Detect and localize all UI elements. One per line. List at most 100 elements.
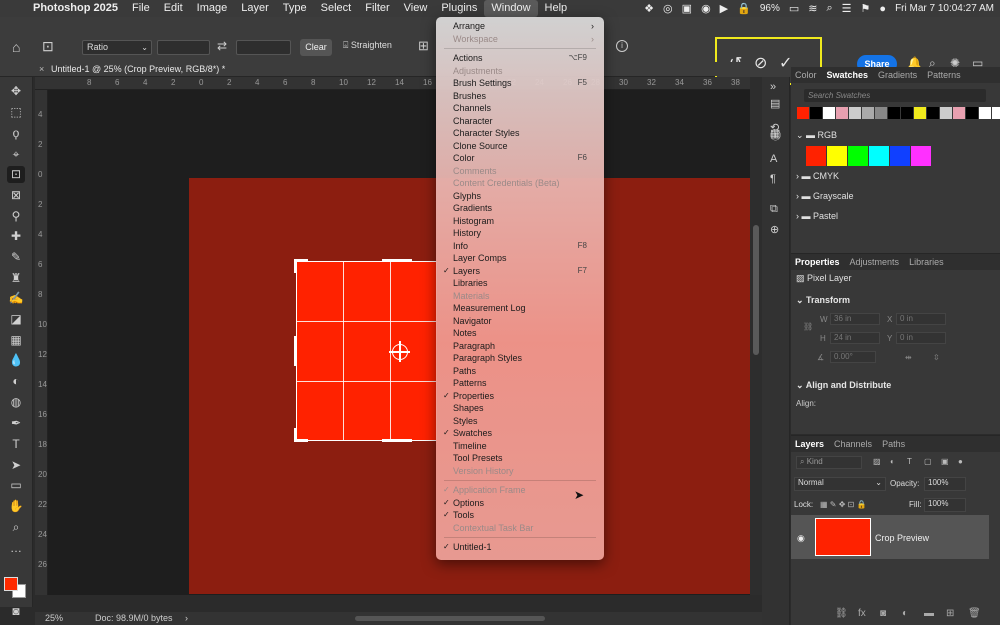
- crop-handle-bottom[interactable]: [382, 439, 412, 442]
- menu-item-tools[interactable]: ✓ Tools: [436, 509, 604, 521]
- navigator-icon[interactable]: ⊕: [770, 223, 779, 236]
- menu-item-layer-comps[interactable]: Layer Comps: [436, 252, 604, 264]
- chevron-right-icon[interactable]: ›: [185, 612, 188, 625]
- crop-preview-box[interactable]: [296, 261, 437, 441]
- color-swatch[interactable]: [888, 107, 900, 119]
- info-icon[interactable]: ⓘ: [770, 127, 781, 143]
- filter-shape-icon[interactable]: ▢: [924, 457, 932, 466]
- overlay-grid-icon[interactable]: ⊞: [418, 38, 429, 54]
- color-swatch[interactable]: [901, 107, 913, 119]
- filter-pixel-icon[interactable]: ▨: [873, 457, 881, 466]
- group-folder-icon[interactable]: ▬: [924, 608, 934, 619]
- marquee-tool-icon[interactable]: ⬚: [7, 104, 25, 121]
- menu-item-brush-settings[interactable]: Brush Settings F5: [436, 77, 604, 89]
- tab-gradients[interactable]: Gradients: [878, 70, 917, 80]
- color-swatch[interactable]: [806, 146, 826, 166]
- extension-icon[interactable]: ▣: [682, 2, 692, 15]
- mask-icon[interactable]: ◙: [880, 608, 886, 619]
- color-swatch[interactable]: [992, 107, 1000, 119]
- canvas-vertical-scrollbar[interactable]: [750, 77, 762, 595]
- menu-item-paragraph-styles[interactable]: Paragraph Styles: [436, 352, 604, 364]
- lock-pixels-icon[interactable]: ▦ ✎ ✥ ⊡ 🔒: [820, 500, 867, 509]
- menu-plugins[interactable]: Plugins: [434, 0, 484, 17]
- color-swatch[interactable]: [827, 146, 847, 166]
- color-swatch[interactable]: [823, 107, 835, 119]
- filter-adjustment-icon[interactable]: ◐: [890, 457, 895, 466]
- home-icon[interactable]: ⌂: [12, 39, 20, 55]
- menu-item-glyphs[interactable]: Glyphs: [436, 190, 604, 202]
- menu-item-notes[interactable]: Notes: [436, 327, 604, 339]
- visibility-eye-icon[interactable]: ◉: [797, 533, 805, 544]
- menu-item-timeline[interactable]: Timeline: [436, 440, 604, 452]
- crop-tool-icon[interactable]: ⊡: [7, 166, 25, 183]
- menu-view[interactable]: View: [397, 0, 435, 17]
- flag-icon[interactable]: ⚑: [861, 2, 871, 15]
- tab-layers[interactable]: Layers: [795, 439, 824, 449]
- siri-icon[interactable]: ●: [879, 3, 886, 15]
- menu-item-properties[interactable]: ✓ Properties: [436, 390, 604, 402]
- link-icon[interactable]: ⛓: [803, 322, 813, 331]
- tab-color[interactable]: Color: [795, 70, 817, 80]
- menu-item-character-styles[interactable]: Character Styles: [436, 127, 604, 139]
- flip-vertical-icon[interactable]: ⇳: [933, 353, 940, 362]
- flip-horizontal-icon[interactable]: ⇹: [905, 353, 912, 362]
- menu-item-paragraph[interactable]: Paragraph: [436, 340, 604, 352]
- wifi-icon[interactable]: ≋: [808, 2, 817, 15]
- menu-item-patterns[interactable]: Patterns: [436, 377, 604, 389]
- swatch-group-rgb[interactable]: ⌄ ▬ RGB: [796, 130, 837, 141]
- swap-icon[interactable]: ⇄: [217, 39, 227, 53]
- crop-handle-top-left[interactable]: [294, 259, 297, 273]
- menu-item-info[interactable]: Info F8: [436, 240, 604, 252]
- foreground-color-swatch[interactable]: [4, 577, 18, 591]
- zoom-tool-icon[interactable]: ⌕: [7, 519, 25, 536]
- menu-item-history[interactable]: History: [436, 227, 604, 239]
- menu-item-measurement-log[interactable]: Measurement Log: [436, 302, 604, 314]
- filter-type-icon[interactable]: T: [907, 457, 912, 466]
- tab-paths[interactable]: Paths: [882, 439, 905, 449]
- menu-filter[interactable]: Filter: [358, 0, 396, 17]
- crop-handle-top[interactable]: [382, 259, 412, 262]
- document-tab[interactable]: × Untitled-1 @ 25% (Crop Preview, RGB/8*…: [35, 62, 755, 76]
- color-swatch[interactable]: [848, 146, 868, 166]
- menu-item-color[interactable]: Color F6: [436, 152, 604, 164]
- menu-item-navigator[interactable]: Navigator: [436, 315, 604, 327]
- pen-tool-icon[interactable]: ✒: [7, 415, 25, 432]
- color-swatch[interactable]: [836, 107, 848, 119]
- tab-swatches[interactable]: Swatches: [827, 70, 869, 80]
- menu-item-untitled-1[interactable]: ✓ Untitled-1: [436, 541, 604, 553]
- paragraph-icon[interactable]: ¶: [770, 173, 776, 185]
- height-field[interactable]: 24 in: [830, 332, 880, 344]
- path-select-tool-icon[interactable]: ➤: [7, 457, 25, 474]
- menu-item-histogram[interactable]: Histogram: [436, 215, 604, 227]
- control-center-icon[interactable]: ☰: [842, 2, 852, 15]
- menu-item-brushes[interactable]: Brushes: [436, 90, 604, 102]
- x-field[interactable]: 0 in: [896, 313, 946, 325]
- lasso-tool-icon[interactable]: ϙ: [7, 125, 25, 142]
- eraser-tool-icon[interactable]: ◪: [7, 311, 25, 328]
- zoom-level[interactable]: 25%: [45, 612, 63, 625]
- sponge-tool-icon[interactable]: ◍: [7, 394, 25, 411]
- history-brush-icon[interactable]: ✍: [7, 290, 25, 307]
- doc-info[interactable]: Doc: 98.9M/0 bytes: [95, 612, 173, 625]
- info-icon[interactable]: i: [616, 40, 628, 52]
- fill-field[interactable]: 100%: [924, 498, 966, 512]
- layer-filter-dropdown[interactable]: ⌕ Kind: [796, 456, 862, 469]
- ratio-dropdown[interactable]: Ratio ⌄: [82, 40, 152, 55]
- tab-patterns[interactable]: Patterns: [927, 70, 961, 80]
- clone-icon[interactable]: ⧉: [770, 203, 778, 216]
- search-icon[interactable]: ⌕: [826, 2, 832, 15]
- swatch-group-pastel[interactable]: › ▬ Pastel: [796, 211, 838, 221]
- type-tool-icon[interactable]: T: [7, 436, 25, 453]
- color-swatch[interactable]: [862, 107, 874, 119]
- menu-select[interactable]: Select: [314, 0, 359, 17]
- menu-item-clone-source[interactable]: Clone Source: [436, 140, 604, 152]
- color-swatch[interactable]: [797, 107, 809, 119]
- object-select-tool-icon[interactable]: ⌖: [7, 146, 25, 163]
- layer-name[interactable]: Crop Preview: [875, 533, 929, 543]
- healing-brush-icon[interactable]: ✚: [7, 228, 25, 245]
- color-swatch[interactable]: [911, 146, 931, 166]
- new-layer-icon[interactable]: ⊞: [946, 608, 954, 619]
- blend-mode-dropdown[interactable]: Normal ⌄: [794, 477, 886, 491]
- link-layers-icon[interactable]: ⛓: [835, 608, 848, 619]
- tab-libraries[interactable]: Libraries: [909, 257, 944, 267]
